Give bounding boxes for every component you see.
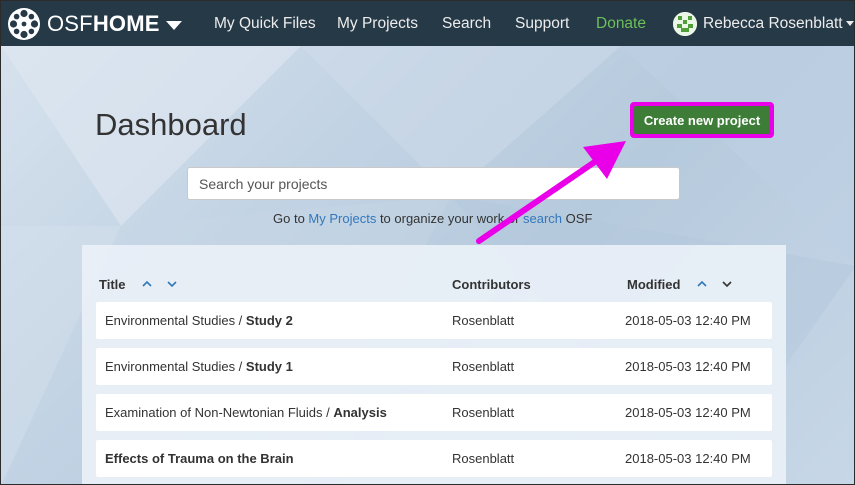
create-button-label: Create new project [634,106,770,134]
nav-donate[interactable]: Donate [596,1,646,46]
column-header-contributors: Contributors [452,277,531,292]
column-header-modified: Modified [627,277,681,292]
brand-home-link[interactable]: OSFHOME [7,7,182,40]
project-modified: 2018-05-03 12:40 PM [625,359,751,374]
create-new-project-button[interactable]: Create new project [630,102,774,138]
caret-down-icon [845,21,854,26]
nav-my-quick-files[interactable]: My Quick Files [214,1,316,46]
project-contributors: Rosenblatt [452,313,515,328]
table-row[interactable]: Effects of Trauma on the Brain Rosenblat… [96,440,772,477]
chevron-up-icon[interactable] [141,279,153,289]
search-projects-input[interactable] [187,167,680,200]
page-title: Dashboard [95,107,247,142]
nav-search[interactable]: Search [442,1,491,46]
project-contributors: Rosenblatt [452,451,515,466]
project-modified: 2018-05-03 12:40 PM [625,313,751,328]
brand-name: OSFHOME [47,10,160,36]
project-title: Examination of Non-Newtonian Fluids / An… [105,405,387,420]
osf-logo-icon [8,7,40,40]
my-projects-link[interactable]: My Projects [308,211,376,226]
nav-my-projects[interactable]: My Projects [337,1,418,46]
project-modified: 2018-05-03 12:40 PM [625,405,751,420]
chevron-down-icon[interactable] [721,279,733,289]
table-row[interactable]: Environmental Studies / Study 1 Rosenbla… [96,348,772,385]
nav-support[interactable]: Support [515,1,569,46]
search-osf-link[interactable]: search [523,211,562,226]
table-row[interactable]: Environmental Studies / Study 2 Rosenbla… [96,302,772,339]
project-title: Environmental Studies / Study 1 [105,359,293,374]
app-window: OSFHOME My Quick Files My Projects Searc… [0,0,855,485]
project-modified: 2018-05-03 12:40 PM [625,451,751,466]
table-row[interactable]: Examination of Non-Newtonian Fluids / An… [96,394,772,431]
user-name: Rebecca Rosenblatt [703,14,843,32]
chevron-up-icon[interactable] [696,279,708,289]
help-text: Go to My Projects to organize your work … [273,211,593,226]
project-contributors: Rosenblatt [452,405,515,420]
user-menu[interactable]: Rebecca Rosenblatt [673,1,854,46]
identicon-avatar-icon [673,11,697,36]
project-contributors: Rosenblatt [452,359,515,374]
project-title: Effects of Trauma on the Brain [105,451,294,466]
project-title: Environmental Studies / Study 2 [105,313,293,328]
column-header-title: Title [99,277,126,292]
chevron-down-icon[interactable] [166,279,178,289]
top-navbar: OSFHOME My Quick Files My Projects Searc… [1,1,854,46]
caret-down-icon [165,20,182,30]
